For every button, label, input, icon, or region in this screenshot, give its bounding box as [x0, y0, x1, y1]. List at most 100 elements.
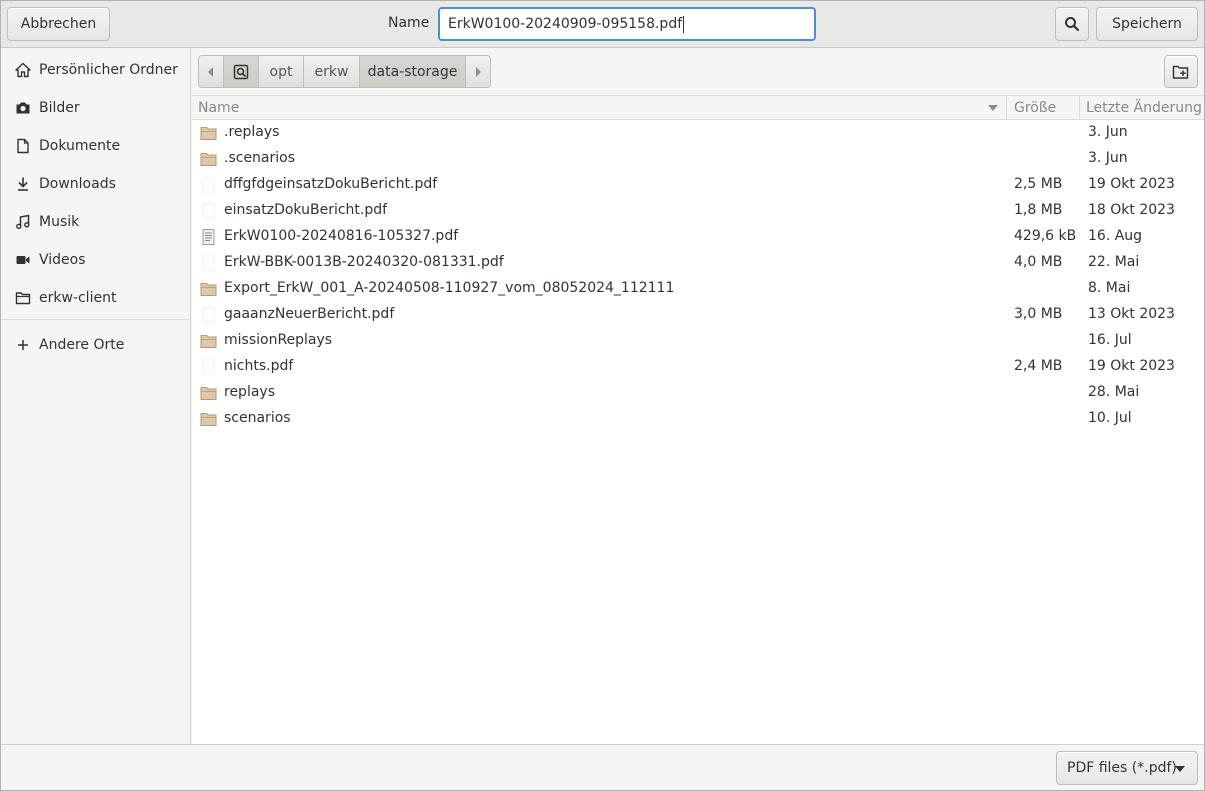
footer-bar: PDF files (*.pdf): [1, 744, 1204, 790]
plus-icon: [18, 340, 28, 350]
column-size-header[interactable]: Größe: [1014, 100, 1056, 116]
file-type-filter-dropdown[interactable]: PDF files (*.pdf): [1056, 751, 1198, 785]
path-segment-opt[interactable]: opt: [258, 55, 304, 88]
music-icon: [16, 214, 30, 230]
file-name: .scenarios: [224, 150, 296, 166]
sidebar-item-label: erkw-client: [39, 290, 117, 306]
file-modified: 13 Okt 2023: [1088, 306, 1175, 322]
file-modified: 22. Mai: [1088, 254, 1140, 270]
sidebar-item-other-places[interactable]: Andere Orte: [1, 330, 191, 360]
sidebar-item-music[interactable]: Musik: [1, 207, 191, 237]
file-size: 2,4 MB: [1014, 358, 1063, 374]
file-modified: 8. Mai: [1088, 280, 1131, 296]
sidebar-item-label: Andere Orte: [39, 337, 125, 353]
folder-icon: [200, 413, 217, 426]
sidebar-item-erkw-client[interactable]: erkw-client: [1, 283, 191, 313]
file-row[interactable]: einsatzDokuBericht.pdf 1,8 MB 18 Okt 202…: [192, 198, 1204, 224]
save-button[interactable]: Speichern: [1096, 7, 1198, 41]
file-name: scenarios: [224, 410, 291, 426]
file-row[interactable]: nichts.pdf 2,4 MB 19 Okt 2023: [192, 354, 1204, 380]
sidebar-item-label: Videos: [39, 252, 86, 268]
path-scroll-right-button[interactable]: [465, 55, 491, 88]
home-icon: [15, 62, 31, 78]
filter-label: PDF files (*.pdf): [1067, 760, 1177, 776]
path-segment-data-storage[interactable]: data-storage: [359, 55, 466, 88]
text-caret: [683, 15, 685, 33]
file-size: 1,8 MB: [1014, 202, 1063, 218]
search-button[interactable]: [1055, 7, 1089, 41]
sidebar-item-home[interactable]: Persönlicher Ordner: [1, 55, 191, 85]
file-row[interactable]: dffgfdgeinsatzDokuBericht.pdf 2,5 MB 19 …: [192, 172, 1204, 198]
blank-file-icon: [202, 359, 215, 375]
folder-icon: [200, 153, 217, 166]
pdf-document-icon: [202, 229, 215, 245]
blank-file-icon: [202, 307, 215, 323]
file-modified: 18 Okt 2023: [1088, 202, 1175, 218]
column-header: Name Größe Letzte Änderung: [192, 95, 1204, 120]
name-label: Name: [388, 15, 430, 31]
column-name-header[interactable]: Name: [198, 100, 239, 116]
file-name: dffgfdgeinsatzDokuBericht.pdf: [224, 176, 438, 192]
file-size: 429,6 kB: [1014, 228, 1077, 244]
document-icon: [17, 138, 29, 154]
sidebar-item-label: Persönlicher Ordner: [39, 62, 178, 78]
drive-icon: [233, 64, 249, 79]
file-modified: 19 Okt 2023: [1088, 358, 1175, 374]
chevron-down-icon: [1175, 766, 1185, 772]
header-bar: Abbrechen Name ErkW0100-20240909-095158.…: [0, 0, 1205, 48]
file-row[interactable]: missionReplays 16. Jul: [192, 328, 1204, 354]
file-row[interactable]: gaaanzNeuerBericht.pdf 3,0 MB 13 Okt 202…: [192, 302, 1204, 328]
file-row[interactable]: .replays 3. Jun: [192, 120, 1204, 146]
sidebar-item-pictures[interactable]: Bilder: [1, 93, 191, 123]
file-row[interactable]: ErkW0100-20240816-105327.pdf 429,6 kB 16…: [192, 224, 1204, 250]
folder-icon: [200, 127, 217, 140]
file-modified: 16. Jul: [1088, 332, 1132, 348]
blank-file-icon: [202, 203, 215, 219]
places-sidebar: Persönlicher Ordner Bilder Dokumente Dow…: [1, 48, 191, 744]
path-root-button[interactable]: [223, 55, 259, 88]
sidebar-item-documents[interactable]: Dokumente: [1, 131, 191, 161]
download-icon: [18, 177, 28, 191]
file-modified: 3. Jun: [1088, 150, 1128, 166]
file-row[interactable]: scenarios 10. Jul: [192, 406, 1204, 432]
file-row[interactable]: replays 28. Mai: [192, 380, 1204, 406]
sidebar-item-downloads[interactable]: Downloads: [1, 169, 191, 199]
file-modified: 19 Okt 2023: [1088, 176, 1175, 192]
file-modified: 16. Aug: [1088, 228, 1143, 244]
file-name: nichts.pdf: [224, 358, 294, 374]
file-row[interactable]: .scenarios 3. Jun: [192, 146, 1204, 172]
path-scroll-left-button[interactable]: [198, 55, 224, 88]
file-modified: 28. Mai: [1088, 384, 1140, 400]
chevron-right-icon: [476, 66, 481, 77]
blank-file-icon: [202, 177, 215, 193]
cancel-button[interactable]: Abbrechen: [7, 7, 110, 41]
folder-icon: [200, 387, 217, 400]
camera-icon: [16, 102, 30, 114]
file-size: 4,0 MB: [1014, 254, 1063, 270]
file-name: einsatzDokuBericht.pdf: [224, 202, 388, 218]
file-row[interactable]: ErkW-BBK-0013B-20240320-081331.pdf 4,0 M…: [192, 250, 1204, 276]
sidebar-item-label: Bilder: [39, 100, 80, 116]
chevron-left-icon: [208, 66, 213, 77]
video-icon: [16, 256, 30, 264]
path-bar: opt erkw data-storage: [192, 48, 1204, 95]
sidebar-item-videos[interactable]: Videos: [1, 245, 191, 275]
sort-descending-icon: [988, 105, 998, 111]
folder-icon: [200, 283, 217, 296]
file-name: missionReplays: [224, 332, 333, 348]
column-separator: [1079, 96, 1080, 120]
sidebar-item-label: Dokumente: [39, 138, 121, 154]
file-modified: 10. Jul: [1088, 410, 1132, 426]
file-name: Export_ErkW_001_A-20240508-110927_vom_08…: [224, 280, 675, 296]
file-size: 3,0 MB: [1014, 306, 1063, 322]
path-segment-erkw[interactable]: erkw: [303, 55, 360, 88]
folder-icon: [15, 292, 31, 305]
column-modified-header[interactable]: Letzte Änderung: [1086, 100, 1202, 116]
filename-input[interactable]: ErkW0100-20240909-095158.pdf: [438, 7, 816, 41]
new-folder-button[interactable]: [1164, 55, 1198, 88]
file-name: .replays: [224, 124, 280, 140]
filename-value: ErkW0100-20240909-095158.pdf: [448, 16, 683, 32]
file-name: gaaanzNeuerBericht.pdf: [224, 306, 395, 322]
sidebar-item-label: Musik: [39, 214, 80, 230]
file-row[interactable]: Export_ErkW_001_A-20240508-110927_vom_08…: [192, 276, 1204, 302]
